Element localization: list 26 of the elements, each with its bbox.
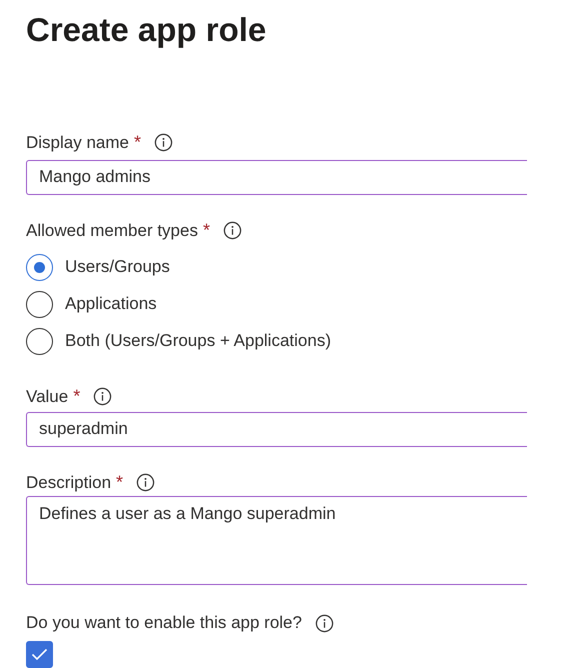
info-icon[interactable] — [314, 614, 334, 633]
radio-option[interactable]: Both (Users/Groups + Applications) — [26, 322, 567, 360]
info-icon[interactable] — [154, 133, 174, 152]
field-label: Do you want to enable this app role? — [26, 613, 302, 634]
required-mark: * — [134, 132, 142, 154]
input-field[interactable]: Mango admins — [26, 160, 527, 195]
radio-icon[interactable] — [26, 254, 53, 281]
check-icon — [31, 648, 48, 662]
info-icon[interactable] — [93, 387, 112, 406]
required-mark: * — [202, 220, 210, 242]
checkbox[interactable] — [26, 641, 53, 668]
radio-icon[interactable] — [26, 290, 53, 318]
required-mark: * — [116, 472, 124, 493]
input-field[interactable]: superadmin — [26, 412, 527, 447]
field-label: Value — [26, 386, 68, 407]
field-label: Display name — [26, 132, 129, 153]
radio-option[interactable]: Applications — [26, 286, 567, 323]
required-mark: * — [73, 386, 80, 408]
info-icon[interactable] — [222, 221, 242, 240]
page-title: Create app role — [26, 10, 268, 50]
radio-icon[interactable] — [26, 328, 53, 355]
radio-option[interactable]: Users/Groups — [26, 248, 567, 286]
text-area[interactable]: Defines a user as a Mango superadmin — [26, 496, 527, 586]
info-icon[interactable] — [136, 473, 156, 492]
field-label: Allowed member types — [26, 220, 198, 241]
field-label: Description — [26, 472, 112, 492]
